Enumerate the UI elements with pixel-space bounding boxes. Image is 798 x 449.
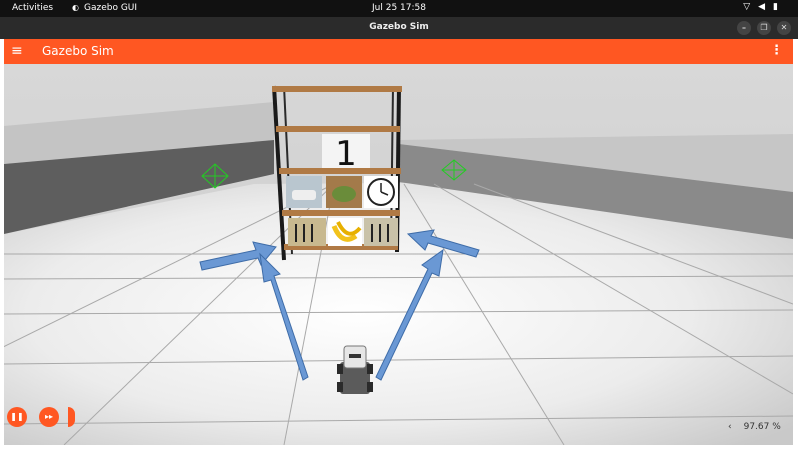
window-edge-right [793,39,798,449]
restore-button[interactable]: ❐ [757,21,771,35]
3d-scene-viewport[interactable]: 1 [0,64,794,446]
app-title: Gazebo Sim [42,44,114,58]
app-menu-label: Gazebo GUI [83,3,138,13]
system-tray[interactable]: ▽◀▮ [743,2,786,12]
real-time-factor-value: 97.67 % [743,422,781,432]
play-pause-button[interactable]: ❚❚ [7,407,27,427]
activities-button[interactable]: Activities [12,3,53,13]
zebra-picture-left [288,218,326,246]
real-time-factor[interactable]: ‹ 97.67 % [728,422,781,432]
app-bar: ≡ Gazebo Sim ⋮ [4,39,793,64]
close-button[interactable]: ✕ [777,21,791,35]
shelf-sign-number: 1 [335,134,357,174]
hamburger-menu-icon[interactable]: ≡ [11,43,23,59]
wifi-icon: ▽ [743,2,759,12]
window-title: Gazebo Sim [369,22,429,32]
minimize-button[interactable]: – [737,21,751,35]
more-options-icon[interactable]: ⋮ [770,43,783,58]
system-top-bar: Activities ◐ Gazebo GUI Jul 25 17:58 ▽◀▮ [0,0,798,17]
battery-icon: ▮ [773,2,786,12]
app-menu[interactable]: ◐ Gazebo GUI [72,3,137,13]
collapse-arrow-icon[interactable]: ‹ [728,422,732,432]
window-title-bar: Gazebo Sim – ❐ ✕ [0,17,798,39]
gazebo-app-icon: ◐ [72,3,79,12]
volume-icon: ◀ [758,2,774,12]
step-forward-button[interactable]: ▸▸ [39,407,59,427]
